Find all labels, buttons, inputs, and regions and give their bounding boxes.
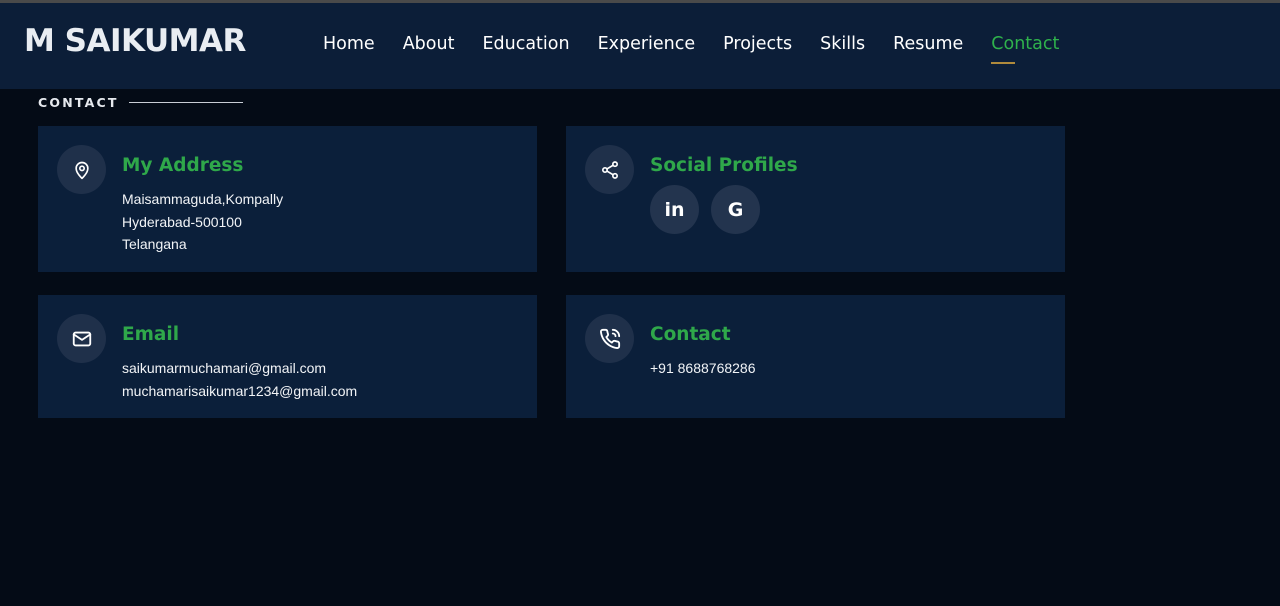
social-title: Social Profiles [650, 155, 798, 176]
phone-number[interactable]: +91 8688768286 [650, 357, 756, 380]
address-title: My Address [122, 155, 244, 176]
nav-skills[interactable]: Skills [820, 34, 865, 54]
email-address[interactable]: saikumarmuchamari@gmail.com [122, 357, 357, 380]
nav-resume[interactable]: Resume [893, 34, 963, 54]
email-lines: saikumarmuchamari@gmail.com muchamarisai… [122, 357, 357, 402]
nav-about[interactable]: About [403, 34, 455, 54]
section-label: CONTACT [38, 95, 243, 110]
site-logo[interactable]: M SAIKUMAR [24, 23, 246, 59]
email-title: Email [122, 324, 180, 345]
social-card: Social Profiles in G [566, 126, 1065, 272]
phone-icon [585, 314, 634, 363]
social-links: in G [650, 185, 772, 234]
main-nav: Home About Education Experience Projects… [323, 34, 1087, 64]
map-pin-icon [57, 145, 106, 194]
phone-lines: +91 8688768286 [650, 357, 756, 380]
nav-home[interactable]: Home [323, 34, 375, 54]
share-icon [585, 145, 634, 194]
nav-contact[interactable]: Contact [991, 34, 1059, 64]
address-line: Hyderabad-500100 [122, 213, 242, 230]
linkedin-icon[interactable]: in [650, 185, 699, 234]
phone-card: Contact +91 8688768286 [566, 295, 1065, 418]
section-label-line [128, 102, 243, 103]
address-card: My Address Maisammaguda,Kompally Hyderab… [38, 126, 537, 272]
envelope-icon [57, 314, 106, 363]
nav-projects[interactable]: Projects [723, 34, 792, 54]
email-address[interactable]: muchamarisaikumar1234@gmail.com [122, 380, 357, 403]
address-line: Maisammaguda,Kompally [122, 191, 284, 207]
site-header: M SAIKUMAR Home About Education Experien… [0, 3, 1280, 89]
email-card: Email saikumarmuchamari@gmail.com mucham… [38, 295, 537, 418]
section-label-text: CONTACT [38, 95, 119, 110]
google-icon[interactable]: G [711, 185, 760, 234]
address-lines: Maisammaguda,Kompally Hyderabad-500100 T… [122, 188, 283, 256]
address-line: Telangana [122, 236, 187, 252]
phone-title: Contact [650, 324, 731, 345]
nav-experience[interactable]: Experience [598, 34, 696, 54]
nav-education[interactable]: Education [482, 34, 569, 54]
